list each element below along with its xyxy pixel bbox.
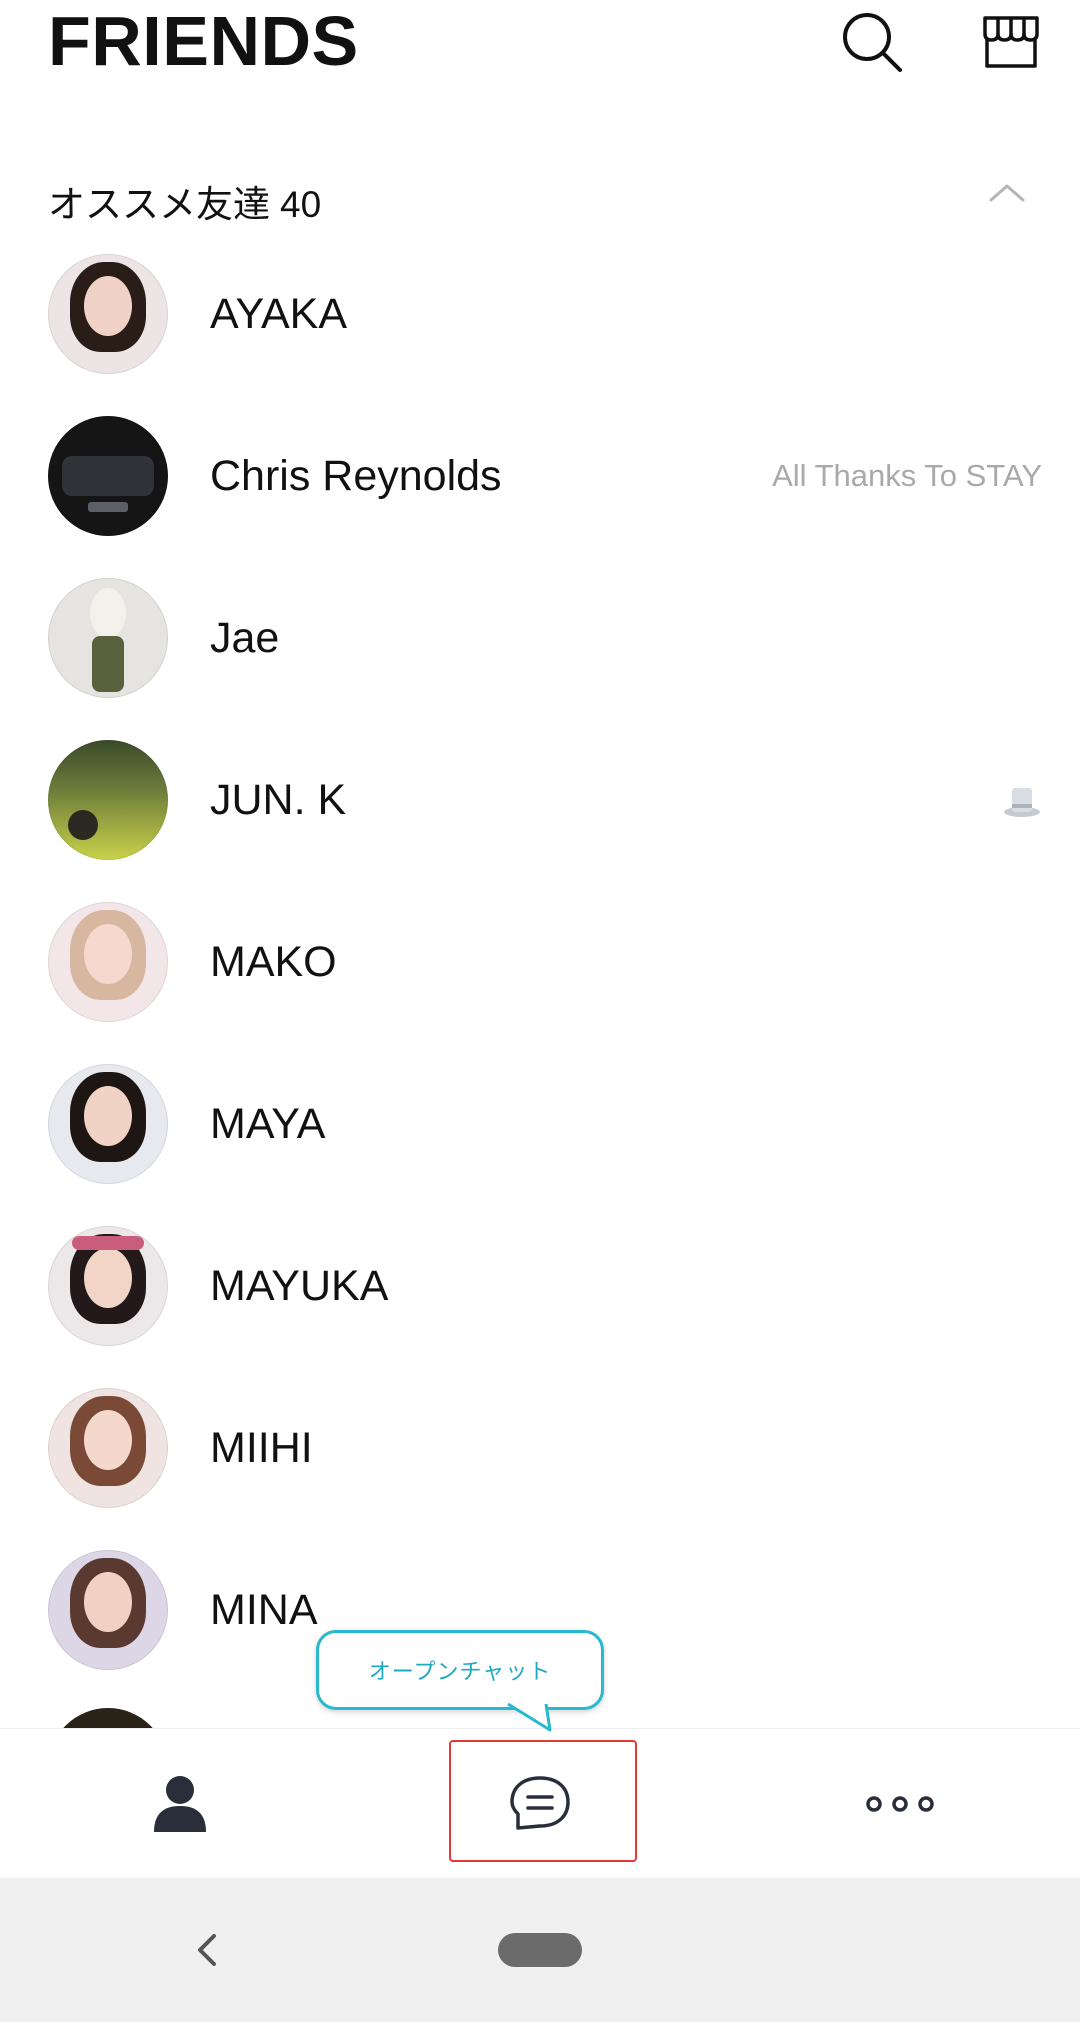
friend-name: MIIHI (210, 1424, 313, 1472)
avatar (48, 1226, 168, 1346)
friend-name: AYAKA (210, 290, 348, 338)
tab-friends[interactable] (80, 1729, 280, 1879)
avatar (48, 578, 168, 698)
section-count: 40 (280, 184, 322, 225)
app-header: FRIENDS (0, 0, 1080, 110)
collapse-button[interactable] (985, 172, 1029, 212)
avatar (48, 1388, 168, 1508)
top-hat-icon (1004, 788, 1040, 817)
section-title-text: オススメ友達 (48, 184, 270, 225)
friend-name: JUN. K (210, 776, 347, 824)
friend-row-jun-k[interactable]: JUN. K (0, 736, 1080, 898)
back-chevron-icon (198, 1934, 216, 1966)
bottom-navigation (0, 1728, 1080, 1879)
avatar (48, 1550, 168, 1670)
friend-row-chris-reynolds[interactable]: Chris Reynolds All Thanks To STAY (0, 412, 1080, 574)
friend-row-miihi[interactable]: MIIHI (0, 1384, 1080, 1546)
shop-icon (983, 16, 1039, 68)
friend-row-mako[interactable]: MAKO (0, 898, 1080, 1060)
friend-row-maya[interactable]: MAYA (0, 1060, 1080, 1222)
section-title: オススメ友達 40 (48, 174, 321, 228)
person-icon (154, 1776, 206, 1832)
search-button[interactable] (836, 6, 908, 78)
open-chat-tooltip: オープンチャット (316, 1630, 604, 1710)
system-back-button[interactable] (186, 1922, 226, 1978)
friend-name: MAKO (210, 938, 337, 986)
friend-list: AYAKA Chris Reynolds All Thanks To STAY … (0, 250, 1080, 1728)
chevron-up-icon (989, 184, 1025, 202)
search-icon (843, 13, 902, 72)
avatar (48, 1064, 168, 1184)
system-navigation-bar (0, 1878, 1080, 2022)
friend-status-message: All Thanks To STAY (772, 458, 1042, 493)
friend-name: Chris Reynolds (210, 452, 502, 500)
friend-row-mayuka[interactable]: MAYUKA (0, 1222, 1080, 1384)
friend-name: MAYUKA (210, 1262, 389, 1310)
avatar (48, 416, 168, 536)
system-home-button[interactable] (498, 1933, 582, 1967)
avatar (48, 902, 168, 1022)
avatar (48, 254, 168, 374)
friend-name: MINA (210, 1586, 318, 1634)
page-title: FRIENDS (48, 2, 359, 80)
chat-bubble-icon (510, 1776, 570, 1830)
tooltip-text: オープンチャット (368, 1659, 552, 1684)
tab-more[interactable] (800, 1729, 1000, 1879)
recommended-friends-header: オススメ友達 40 (0, 160, 1080, 232)
friend-row-jae[interactable]: Jae (0, 574, 1080, 736)
friend-row-ayaka[interactable]: AYAKA (0, 250, 1080, 412)
more-dots-icon (866, 1796, 934, 1812)
friend-name: MAYA (210, 1100, 326, 1148)
avatar-partial (48, 1708, 168, 1728)
tab-chats[interactable] (440, 1729, 640, 1879)
tooltip-tail (506, 1701, 552, 1732)
avatar (48, 740, 168, 860)
shop-button[interactable] (975, 6, 1047, 78)
friend-name: Jae (210, 614, 280, 662)
